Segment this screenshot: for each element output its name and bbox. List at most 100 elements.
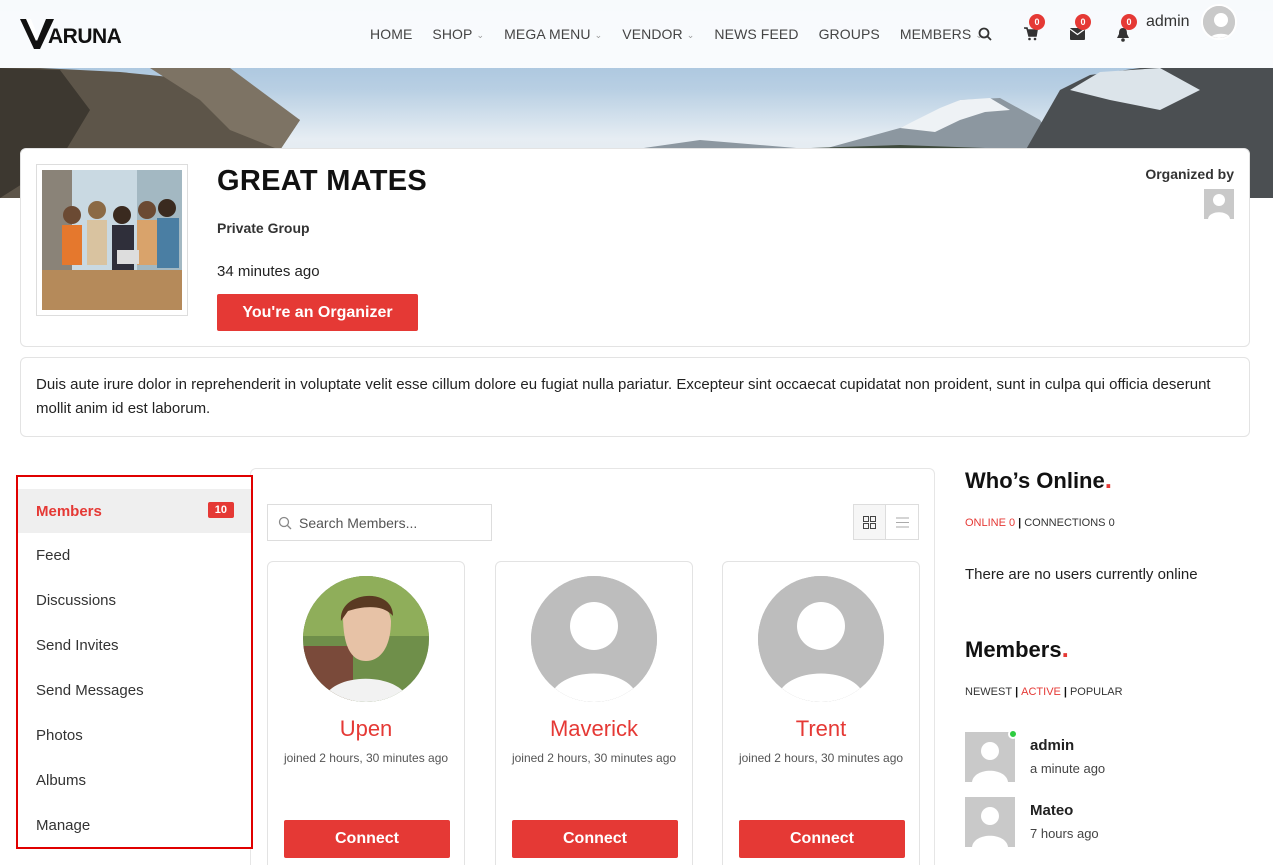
side-item-label: Albums — [36, 772, 87, 789]
nav-item-label: GROUPS — [818, 26, 880, 42]
connections-count: 0 — [1108, 517, 1115, 529]
cart-count-badge: 0 — [1029, 14, 1045, 30]
member-joined-time: joined 2 hours, 30 minutes ago — [283, 751, 449, 765]
no-online-users-message: There are no users currently online — [965, 566, 1198, 583]
member-avatar[interactable] — [531, 576, 657, 702]
nav-item-label: MEGA MENU — [504, 26, 591, 42]
side-item-discussions[interactable]: Discussions — [18, 578, 251, 623]
site-logo[interactable]: ARUNA — [20, 18, 122, 50]
nav-item-groups[interactable]: GROUPS — [819, 26, 880, 42]
nav-item-label: HOME — [370, 26, 413, 42]
title-dot: . — [1061, 633, 1069, 663]
nav-item-shop[interactable]: SHOP ⌄ — [432, 26, 484, 42]
nav-item-label: VENDOR — [622, 26, 683, 42]
member-avatar[interactable] — [965, 797, 1015, 847]
notifications-count-badge: 0 — [1121, 14, 1137, 30]
members-count-badge: 10 — [207, 502, 234, 518]
side-item-label: Members — [36, 502, 102, 520]
title-dot: . — [1104, 464, 1112, 494]
connections-tab[interactable]: CONNECTIONS 0 — [1024, 517, 1114, 529]
members-filters: NEWEST | ACTIVE | POPULAR — [965, 686, 1123, 698]
main-nav: HOME SHOP ⌄ MEGA MENU ⌄ VENDOR ⌄ NEWS FEED GROUP… — [370, 0, 1003, 68]
logo-text: ARUNA — [48, 25, 122, 48]
member-avatar[interactable] — [758, 576, 884, 702]
group-title: GREAT MATES — [217, 165, 428, 197]
organizer-avatar[interactable] — [1204, 189, 1234, 219]
online-filters: ONLINE 0 | CONNECTIONS 0 — [965, 517, 1115, 529]
nav-item-members[interactable]: MEMBERS ⌄ — [900, 26, 983, 42]
member-name[interactable]: admin — [1030, 737, 1074, 754]
connect-button[interactable]: Connect — [512, 820, 678, 858]
online-tab[interactable]: ONLINE 0 — [965, 517, 1015, 529]
member-card: Trent joined 2 hours, 30 minutes ago Con… — [722, 561, 920, 865]
user-name[interactable]: admin — [1146, 13, 1190, 31]
side-item-manage[interactable]: Manage — [18, 803, 251, 848]
member-avatar[interactable] — [965, 732, 1015, 782]
member-last-active: 7 hours ago — [1030, 826, 1099, 841]
online-status-dot — [1008, 729, 1018, 739]
messages-count-badge: 0 — [1075, 14, 1091, 30]
nav-item-mega-menu[interactable]: MEGA MENU ⌄ — [504, 26, 602, 42]
member-avatar[interactable] — [303, 576, 429, 702]
filter-popular[interactable]: POPULAR — [1070, 686, 1123, 698]
side-item-label: Discussions — [36, 592, 117, 609]
members-panel: Upen joined 2 hours, 30 minutes ago Conn… — [250, 468, 935, 865]
notifications-bell-icon[interactable]: 0 — [1113, 14, 1137, 44]
nav-item-vendor[interactable]: VENDOR ⌄ — [622, 26, 694, 42]
nav-item-label: MEMBERS — [899, 26, 972, 42]
connect-button[interactable]: Connect — [739, 820, 905, 858]
navbar: ARUNA HOME SHOP ⌄ MEGA MENU ⌄ VENDOR ⌄ NEWS FEE… — [0, 0, 1273, 68]
member-joined-time: joined 2 hours, 30 minutes ago — [738, 751, 904, 765]
messages-icon[interactable]: 0 — [1067, 14, 1091, 44]
list-view-icon[interactable] — [886, 505, 918, 539]
user-avatar[interactable] — [1201, 4, 1237, 40]
online-count: 0 — [1009, 517, 1016, 529]
side-item-feed[interactable]: Feed — [18, 533, 251, 578]
search-icon — [278, 516, 292, 529]
group-side-menu: Members 10 Feed Discussions Send Invites… — [16, 475, 253, 849]
connect-button[interactable]: Connect — [284, 820, 450, 858]
member-name[interactable]: Maverick — [496, 716, 692, 742]
filter-newest[interactable]: NEWEST — [965, 686, 1012, 698]
members-widget-title-text: Members — [965, 637, 1062, 662]
member-last-active: a minute ago — [1030, 761, 1106, 776]
side-item-members[interactable]: Members 10 — [18, 489, 251, 533]
member-name[interactable]: Upen — [268, 716, 464, 742]
member-list-item[interactable]: Mateo 7 hours ago — [965, 797, 1255, 847]
member-list-item[interactable]: admin a minute ago — [965, 729, 1255, 782]
group-avatar — [36, 164, 188, 316]
member-card: Upen joined 2 hours, 30 minutes ago Conn… — [267, 561, 465, 865]
group-type: Private Group — [217, 220, 310, 236]
search-icon[interactable] — [975, 24, 995, 44]
nav-item-home[interactable]: HOME — [370, 26, 412, 42]
chevron-down-icon: ⌄ — [476, 29, 485, 40]
members-widget-title: Members. — [965, 633, 1069, 664]
member-search-box[interactable] — [267, 504, 492, 541]
nav-item-news-feed[interactable]: NEWS FEED — [714, 26, 798, 42]
separator: | — [1063, 686, 1067, 698]
chevron-down-icon: ⌄ — [594, 29, 603, 40]
grid-view-icon[interactable] — [854, 505, 887, 539]
member-name[interactable]: Mateo — [1030, 802, 1073, 819]
organizer-status-button[interactable]: You're an Organizer — [217, 294, 418, 331]
nav-icons: 0 0 0 — [975, 0, 1159, 68]
separator: | — [1018, 517, 1022, 529]
member-name[interactable]: Trent — [723, 716, 919, 742]
filter-active[interactable]: ACTIVE — [1021, 686, 1061, 698]
side-item-send-messages[interactable]: Send Messages — [18, 668, 251, 713]
member-joined-time: joined 2 hours, 30 minutes ago — [511, 751, 677, 765]
view-toggle — [853, 504, 919, 540]
member-card: Maverick joined 2 hours, 30 minutes ago … — [495, 561, 693, 865]
side-item-albums[interactable]: Albums — [18, 758, 251, 803]
side-item-label: Manage — [36, 817, 91, 834]
side-item-label: Send Messages — [36, 682, 144, 699]
separator: | — [1015, 686, 1019, 698]
nav-item-label: SHOP — [432, 26, 473, 42]
cart-icon[interactable]: 0 — [1021, 14, 1045, 44]
member-search-input[interactable] — [299, 514, 479, 531]
group-description-card: Duis aute irure dolor in reprehenderit i… — [20, 357, 1250, 437]
side-item-send-invites[interactable]: Send Invites — [18, 623, 251, 668]
whos-online-title-text: Who’s Online — [965, 468, 1105, 493]
connections-tab-label: CONNECTIONS — [1024, 517, 1106, 529]
side-item-photos[interactable]: Photos — [18, 713, 251, 758]
